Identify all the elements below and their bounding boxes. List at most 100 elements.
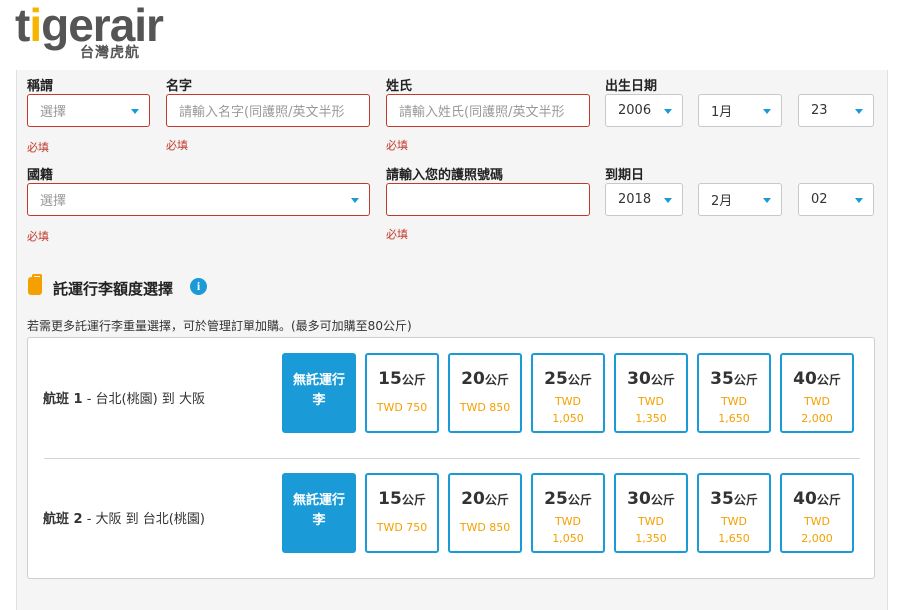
baggage-price-amount: 1,650	[718, 532, 750, 545]
baggage-weight-unit: 公斤	[567, 373, 592, 387]
dob-month-value: 1月	[711, 105, 733, 120]
baggage-price: TWD 750	[376, 521, 428, 534]
flight-number: 航班 1	[43, 392, 83, 407]
title-select-value: 選擇	[40, 105, 67, 120]
flight-number: 航班 2	[43, 512, 83, 527]
baggage-weight-unit: 公斤	[816, 373, 841, 387]
baggage-weight-unit: 公斤	[401, 493, 426, 507]
first-name-required: 必填	[166, 139, 188, 152]
last-name-label: 姓氏	[386, 79, 413, 94]
baggage-option-30kg[interactable]: 30公斤 TWD 1,350	[614, 353, 688, 433]
baggage-price-amount: 1,650	[718, 412, 750, 425]
baggage-weight-value: 15	[378, 489, 402, 509]
flight-label: 航班 2 - 大阪 到 台北(桃園)	[43, 508, 205, 527]
passport-required: 必填	[386, 228, 408, 241]
baggage-option-20kg[interactable]: 20公斤 TWD 850	[448, 353, 522, 433]
baggage-weight: 15公斤	[367, 369, 437, 390]
baggage-weight-unit: 公斤	[567, 493, 592, 507]
baggage-price: TWD	[637, 395, 665, 408]
baggage-weight-value: 20	[461, 369, 485, 389]
last-name-required: 必填	[386, 139, 408, 152]
baggage-weight: 20公斤	[450, 489, 520, 510]
expiry-day-select[interactable]: 02	[798, 183, 874, 216]
baggage-price: TWD	[720, 395, 748, 408]
flight-route: - 大阪 到 台北(桃園)	[82, 512, 205, 527]
baggage-weight: 30公斤	[616, 489, 686, 510]
baggage-weight-value: 30	[627, 369, 651, 389]
chevron-down-icon	[664, 198, 672, 203]
nationality-label: 國籍	[27, 168, 54, 183]
baggage-price: TWD 750	[376, 401, 428, 414]
no-baggage-option[interactable]: 無託運行李	[282, 473, 356, 553]
no-baggage-option[interactable]: 無託運行李	[282, 353, 356, 433]
baggage-weight: 15公斤	[367, 489, 437, 510]
dob-month-select[interactable]: 1月	[698, 94, 782, 127]
baggage-price-amount: 1,050	[552, 412, 584, 425]
baggage-price: TWD	[637, 515, 665, 528]
chevron-down-icon	[855, 198, 863, 203]
expiry-label: 到期日	[605, 168, 645, 183]
baggage-option-15kg[interactable]: 15公斤 TWD 750	[365, 353, 439, 433]
baggage-option-25kg[interactable]: 25公斤 TWD 1,050	[531, 353, 605, 433]
chevron-down-icon	[131, 109, 139, 114]
baggage-weight: 35公斤	[699, 369, 769, 390]
baggage-note: 若需更多託運行李重量選擇，可於管理訂單加購。(最多可加購至80公斤)	[27, 319, 412, 333]
baggage-weight-value: 25	[544, 369, 568, 389]
chevron-down-icon	[763, 198, 771, 203]
baggage-option-35kg[interactable]: 35公斤 TWD 1,650	[697, 353, 771, 433]
baggage-weight-value: 35	[710, 369, 734, 389]
baggage-weight-unit: 公斤	[484, 373, 509, 387]
first-name-input[interactable]: 請輸入名字(同護照/英文半形	[166, 94, 370, 127]
nationality-select-value: 選擇	[40, 194, 67, 209]
dob-year-value: 2006	[618, 103, 652, 118]
baggage-price: TWD	[554, 395, 582, 408]
dob-day-value: 23	[811, 103, 828, 118]
baggage-option-20kg[interactable]: 20公斤 TWD 850	[448, 473, 522, 553]
logo-subtitle: 台灣虎航	[80, 45, 140, 61]
baggage-option-25kg[interactable]: 25公斤 TWD 1,050	[531, 473, 605, 553]
baggage-weight-unit: 公斤	[484, 493, 509, 507]
baggage-weight: 30公斤	[616, 369, 686, 390]
no-baggage-label: 無託運行李	[292, 373, 345, 408]
expiry-month-value: 2月	[711, 194, 733, 209]
baggage-weight-unit: 公斤	[733, 373, 758, 387]
baggage-price-amount: 1,350	[635, 532, 667, 545]
title-select[interactable]: 選擇	[27, 94, 150, 127]
baggage-option-30kg[interactable]: 30公斤 TWD 1,350	[614, 473, 688, 553]
passport-input[interactable]	[386, 183, 590, 216]
last-name-placeholder: 請輸入姓氏(同護照/英文半形	[399, 105, 565, 120]
title-label: 稱謂	[27, 79, 54, 94]
baggage-price: TWD	[554, 515, 582, 528]
baggage-option-35kg[interactable]: 35公斤 TWD 1,650	[697, 473, 771, 553]
dob-label: 出生日期	[605, 79, 658, 94]
expiry-month-select[interactable]: 2月	[698, 183, 782, 216]
baggage-weight-value: 20	[461, 489, 485, 509]
expiry-year-select[interactable]: 2018	[605, 183, 683, 216]
baggage-option-15kg[interactable]: 15公斤 TWD 750	[365, 473, 439, 553]
baggage-price: TWD	[803, 515, 831, 528]
chevron-down-icon	[855, 109, 863, 114]
baggage-weight-value: 30	[627, 489, 651, 509]
dob-year-select[interactable]: 2006	[605, 94, 683, 127]
baggage-price: TWD	[720, 515, 748, 528]
info-icon[interactable]: i	[190, 278, 207, 295]
baggage-weight: 40公斤	[782, 489, 852, 510]
baggage-weight: 20公斤	[450, 369, 520, 390]
dob-day-select[interactable]: 23	[798, 94, 874, 127]
title-required: 必填	[27, 141, 49, 154]
last-name-input[interactable]: 請輸入姓氏(同護照/英文半形	[386, 94, 590, 127]
baggage-option-40kg[interactable]: 40公斤 TWD 2,000	[780, 353, 854, 433]
no-baggage-label: 無託運行李	[292, 493, 345, 528]
header: tigerair 台灣虎航	[0, 0, 898, 70]
first-name-label: 名字	[166, 79, 193, 94]
flight-label: 航班 1 - 台北(桃園) 到 大阪	[43, 388, 205, 407]
expiry-day-value: 02	[811, 192, 828, 207]
baggage-section-title: 託運行李額度選擇	[53, 280, 174, 298]
baggage-price: TWD	[803, 395, 831, 408]
nationality-select[interactable]: 選擇	[27, 183, 370, 216]
baggage-option-40kg[interactable]: 40公斤 TWD 2,000	[780, 473, 854, 553]
flight-divider	[44, 458, 860, 459]
baggage-price: TWD 850	[459, 521, 511, 534]
chevron-down-icon	[351, 198, 359, 203]
baggage-weight-unit: 公斤	[650, 493, 675, 507]
